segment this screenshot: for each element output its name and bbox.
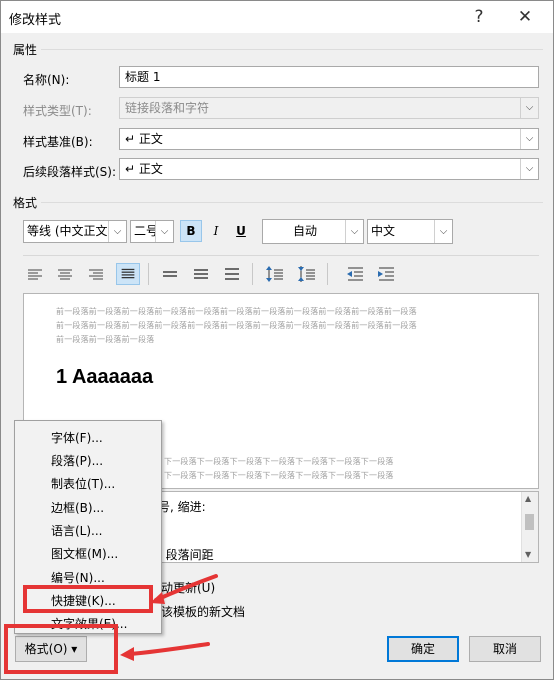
help-button[interactable]: ? bbox=[459, 3, 499, 31]
scrollbar-thumb[interactable] bbox=[525, 514, 534, 530]
menu-item-tabs[interactable]: 制表位(T)... bbox=[51, 475, 115, 492]
font-value: 等线 (中文正文) bbox=[27, 224, 113, 238]
increase-indent-icon[interactable] bbox=[374, 263, 398, 285]
chevron-down-icon[interactable]: ⌵ bbox=[434, 220, 452, 243]
description-scrollbar[interactable]: ▲ ▼ bbox=[521, 492, 538, 562]
justify-icon[interactable] bbox=[116, 263, 140, 285]
ok-button[interactable]: 确定 bbox=[387, 636, 459, 662]
cancel-button[interactable]: 取消 bbox=[469, 636, 541, 662]
style-type-label: 样式类型(T): bbox=[23, 104, 92, 118]
annotation-arrow-icon bbox=[120, 642, 210, 661]
decrease-spacing-icon[interactable] bbox=[295, 263, 319, 285]
align-right-icon[interactable] bbox=[84, 263, 108, 285]
chevron-down-icon[interactable]: ⌵ bbox=[520, 159, 538, 179]
bold-button[interactable]: B bbox=[180, 220, 202, 242]
format-section-label: 格式 bbox=[13, 196, 38, 210]
language-value: 中文 bbox=[371, 224, 396, 238]
based-on-label: 样式基准(B): bbox=[23, 135, 93, 149]
preview-previous-paragraph: 前一段落前一段落前一段落前一段落前一段落前一段落前一段落前一段落前一段落前一段落… bbox=[56, 307, 417, 316]
toolbar-separator bbox=[327, 263, 328, 285]
preview-next-paragraph: 下一段落下一段落下一段落下一段落下一段落下一段落下一段落 bbox=[164, 471, 394, 480]
language-select[interactable]: 中文 ⌵ bbox=[367, 219, 453, 244]
preview-next-paragraph: 下一段落下一段落下一段落下一段落下一段落下一段落下一段落 bbox=[164, 457, 394, 466]
menu-item-font[interactable]: 字体(F)... bbox=[51, 429, 103, 446]
chevron-down-icon: ⌵ bbox=[520, 98, 538, 118]
preview-heading: 1 Aaaaaaa bbox=[56, 366, 154, 388]
title-bar: 修改样式 ? ✕ bbox=[1, 1, 553, 33]
highlight-box-format-button bbox=[4, 624, 118, 674]
preview-previous-paragraph: 前一段落前一段落前一段落前一段落前一段落前一段落前一段落前一段落前一段落前一段落… bbox=[56, 321, 417, 330]
following-style-value: ↵ 正文 bbox=[125, 162, 163, 176]
menu-item-border[interactable]: 边框(B)... bbox=[51, 499, 104, 516]
format-divider bbox=[41, 202, 543, 203]
font-color-select[interactable]: 自动 ⌵ bbox=[262, 219, 364, 244]
align-left-icon[interactable] bbox=[23, 263, 47, 285]
font-select[interactable]: 等线 (中文正文) ⌵ bbox=[23, 220, 127, 243]
preview-previous-paragraph: 前一段落前一段落前一段落 bbox=[56, 335, 155, 344]
increase-spacing-icon[interactable] bbox=[263, 263, 287, 285]
menu-item-frame[interactable]: 图文框(M)... bbox=[51, 545, 118, 562]
style-type-value: 链接段落和字符 bbox=[125, 101, 210, 115]
toolbar-separator bbox=[252, 263, 253, 285]
style-type-select: 链接段落和字符 ⌵ bbox=[119, 97, 539, 119]
annotation-arrow-icon bbox=[150, 574, 218, 604]
dialog-title: 修改样式 bbox=[9, 13, 62, 28]
menu-item-paragraph[interactable]: 段落(P)... bbox=[51, 452, 103, 469]
double-spacing-icon[interactable] bbox=[220, 263, 244, 285]
decrease-indent-icon[interactable] bbox=[343, 263, 367, 285]
menu-item-language[interactable]: 语言(L)... bbox=[51, 522, 103, 539]
underline-button[interactable]: U bbox=[230, 220, 252, 242]
highlight-box-shortcut bbox=[23, 585, 153, 613]
italic-button[interactable]: I bbox=[205, 220, 227, 242]
name-label: 名称(N): bbox=[23, 73, 70, 87]
properties-section-label: 属性 bbox=[13, 43, 38, 57]
chevron-down-icon[interactable]: ⌵ bbox=[108, 221, 126, 242]
chevron-down-icon[interactable]: ⌵ bbox=[345, 220, 363, 243]
chevron-down-icon[interactable]: ⌵ bbox=[155, 221, 173, 242]
one-half-spacing-icon[interactable] bbox=[189, 263, 213, 285]
properties-divider bbox=[41, 49, 543, 50]
single-spacing-icon[interactable] bbox=[158, 263, 182, 285]
based-on-value: ↵ 正文 bbox=[125, 132, 163, 146]
toolbar-divider bbox=[23, 255, 539, 256]
align-center-icon[interactable] bbox=[53, 263, 77, 285]
following-style-label: 后续段落样式(S): bbox=[23, 165, 117, 179]
font-size-select[interactable]: 二号 ⌵ bbox=[130, 220, 174, 243]
menu-item-numbering[interactable]: 编号(N)... bbox=[51, 569, 105, 586]
following-style-select[interactable]: ↵ 正文 ⌵ bbox=[119, 158, 539, 180]
font-color-value: 自动 bbox=[292, 224, 317, 238]
chevron-down-icon[interactable]: ⌵ bbox=[520, 129, 538, 149]
scroll-down-icon[interactable]: ▼ bbox=[525, 550, 531, 559]
scroll-up-icon[interactable]: ▲ bbox=[525, 494, 531, 503]
close-button[interactable]: ✕ bbox=[505, 3, 545, 31]
based-on-select[interactable]: ↵ 正文 ⌵ bbox=[119, 128, 539, 150]
name-field[interactable]: 标题 1 bbox=[119, 66, 539, 88]
toolbar-separator bbox=[148, 263, 149, 285]
